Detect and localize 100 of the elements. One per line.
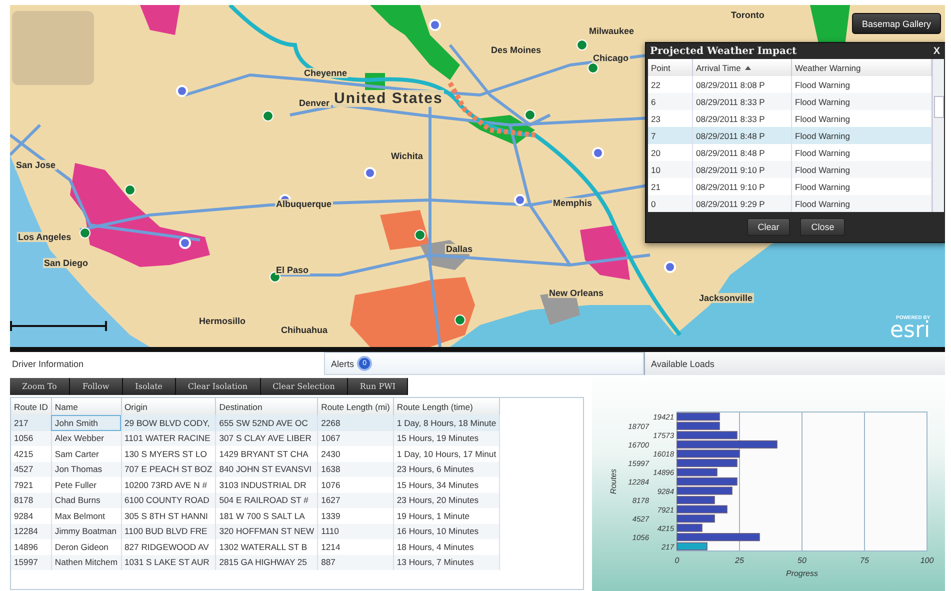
column-header[interactable]: Weather Warning bbox=[792, 59, 932, 76]
table-cell: Flood Warning bbox=[792, 195, 932, 212]
city-label: New Orleans bbox=[548, 288, 605, 298]
toolbar-button[interactable]: Zoom To bbox=[10, 378, 70, 395]
table-cell: 840 JOHN ST EVANSVI bbox=[216, 462, 318, 477]
table-row[interactable]: 0 08/29/2011 9:29 P Flood Warning bbox=[648, 195, 932, 212]
city-label: San Diego bbox=[43, 258, 90, 268]
table-cell: 8178 bbox=[11, 492, 52, 508]
table-cell: 13 Hours, 7 Minutes bbox=[393, 554, 500, 570]
basemap-gallery-button[interactable]: Basemap Gallery bbox=[852, 13, 942, 34]
city-label: Los Angeles bbox=[17, 232, 72, 242]
esri-logo: esri bbox=[890, 321, 930, 341]
table-cell: 1638 bbox=[318, 462, 394, 477]
table-cell: 1110 bbox=[318, 524, 394, 539]
bar[interactable] bbox=[676, 533, 760, 542]
table-cell: Nathen Mitchem bbox=[51, 554, 121, 570]
table-cell: 29 BOW BLVD CODY, bbox=[121, 415, 216, 430]
scrollbar[interactable] bbox=[932, 59, 944, 212]
city-label: Jacksonville bbox=[698, 293, 754, 303]
bar[interactable] bbox=[676, 458, 738, 467]
table-cell: 23 Hours, 20 Minutes bbox=[393, 492, 500, 508]
table-cell: 6 bbox=[648, 93, 692, 110]
city-label: Chihuahua bbox=[280, 325, 328, 335]
table-row[interactable]: 4527 Jon Thomas 707 E PEACH ST BOZ 840 JOHN ST EVANSVI 1638 23 Hours, 6 Minutes bbox=[11, 462, 500, 477]
panel-title: Alerts bbox=[331, 358, 354, 368]
table-cell: 655 SW 52ND AVE OC bbox=[216, 415, 318, 430]
panel-title: Driver Information bbox=[12, 358, 84, 368]
table-cell: Flood Warning bbox=[792, 127, 932, 144]
table-cell: 15 Hours, 19 Minutes bbox=[393, 430, 500, 446]
bar[interactable] bbox=[676, 542, 708, 550]
bar[interactable] bbox=[676, 496, 715, 504]
table-cell: 0 bbox=[648, 195, 692, 212]
bar[interactable] bbox=[676, 505, 728, 514]
bar[interactable] bbox=[676, 412, 720, 421]
table-row[interactable]: 1056 Alex Webber 1101 WATER RACINE 307 S CLAY AVE LIBER 1067 15 Hours, 19 Minutes bbox=[11, 430, 500, 446]
table-cell: 1 Day, 8 Hours, 18 Minute bbox=[393, 415, 500, 430]
bar[interactable] bbox=[676, 431, 738, 440]
table-cell: 504 E RAILROAD ST # bbox=[216, 492, 318, 508]
column-header[interactable]: Point bbox=[648, 59, 692, 76]
table-cell: 23 Hours, 6 Minutes bbox=[393, 462, 500, 477]
column-header[interactable]: Route Length (mi) bbox=[318, 398, 394, 415]
toolbar-button[interactable]: Isolate bbox=[122, 378, 176, 395]
city-label: Memphis bbox=[552, 198, 594, 208]
city-label: Wichita bbox=[390, 151, 424, 161]
table-cell: 1056 bbox=[11, 430, 52, 446]
axis-tick-label: 100 bbox=[920, 556, 934, 565]
panel-title: Available Loads bbox=[651, 358, 714, 368]
column-header[interactable]: Arrival Time bbox=[692, 59, 792, 76]
table-cell: 16 Hours, 10 Minutes bbox=[393, 524, 500, 539]
table-row[interactable]: 10 08/29/2011 9:10 P Flood Warning bbox=[648, 161, 932, 178]
axis-title: Routes bbox=[609, 468, 618, 494]
bar[interactable] bbox=[676, 468, 718, 476]
table-row[interactable]: 217 John Smith 29 BOW BLVD CODY, 655 SW 52ND AVE OC 2268 1 Day, 8 Hours, 18 Minute bbox=[11, 415, 500, 430]
table-cell: 08/29/2011 8:48 P bbox=[692, 127, 792, 144]
footer-button[interactable]: Close bbox=[800, 218, 846, 236]
bar[interactable] bbox=[676, 524, 702, 532]
table-cell: Jimmy Boatman bbox=[51, 524, 121, 539]
city-label: El Paso bbox=[275, 265, 310, 275]
footer-button[interactable]: Clear bbox=[746, 218, 790, 236]
table-cell: 4527 bbox=[11, 462, 52, 477]
panel-header[interactable]: Driver Information bbox=[10, 352, 324, 375]
table-cell: 15997 bbox=[11, 554, 52, 570]
table-row[interactable]: 8178 Chad Burns 6100 COUNTY ROAD 504 E RAILROAD ST # 1627 23 Hours, 20 Minutes bbox=[11, 492, 500, 508]
toolbar-button[interactable]: Clear Isolation bbox=[176, 378, 261, 395]
table-cell: 1031 S LAKE ST AUR bbox=[121, 554, 216, 570]
city-label: Hermosillo bbox=[198, 316, 247, 326]
toolbar-button[interactable]: Clear Selection bbox=[260, 378, 348, 395]
table-cell: 1100 BUD BLVD FRE bbox=[121, 524, 216, 539]
table-cell: 2815 GA HIGHWAY 25 bbox=[216, 554, 318, 570]
city-label: Dallas bbox=[445, 244, 474, 254]
scrollbar-thumb[interactable] bbox=[934, 96, 944, 118]
bar[interactable] bbox=[676, 440, 778, 448]
column-header[interactable]: Route Length (time) bbox=[393, 398, 500, 415]
bar[interactable] bbox=[676, 486, 732, 495]
table-cell: 08/29/2011 9:10 P bbox=[692, 161, 792, 178]
table-cell: 10 bbox=[648, 161, 692, 178]
table-row[interactable]: 7 08/29/2011 8:48 P Flood Warning bbox=[648, 127, 932, 144]
city-label: Milwaukee bbox=[588, 26, 636, 36]
city-label: Denver bbox=[298, 98, 331, 108]
panel-header[interactable]: Available Loads bbox=[644, 352, 945, 375]
table-cell: 1067 bbox=[318, 430, 394, 446]
toolbar-button[interactable]: Follow bbox=[70, 378, 123, 395]
dismiss-button[interactable]: X bbox=[931, 46, 942, 56]
table-cell: Jon Thomas bbox=[51, 462, 121, 477]
bar[interactable] bbox=[676, 477, 738, 486]
table-row[interactable]: 12284 Jimmy Boatman 1100 BUD BLVD FRE 320 HOFFMAN ST NEW 1110 16 Hours, 10 Minutes bbox=[11, 524, 500, 539]
table-cell: 08/29/2011 9:29 P bbox=[692, 195, 792, 212]
bar[interactable] bbox=[676, 514, 715, 523]
column-header[interactable]: Destination bbox=[216, 398, 318, 415]
bar[interactable] bbox=[676, 422, 720, 430]
table-row[interactable]: 6 08/29/2011 8:33 P Flood Warning bbox=[648, 93, 932, 110]
bar[interactable] bbox=[676, 450, 740, 458]
column-header[interactable]: Origin bbox=[121, 398, 216, 415]
toolbar-button[interactable]: Run PWI bbox=[348, 378, 408, 395]
column-header[interactable]: Route ID bbox=[11, 398, 52, 415]
city-label: Cheyenne bbox=[303, 68, 348, 78]
city-label: Des Moines bbox=[490, 45, 542, 55]
axis-tick-label: 25 bbox=[735, 556, 744, 565]
table-row[interactable]: 15997 Nathen Mitchem 1031 S LAKE ST AUR 2815 GA HIGHWAY 25 887 13 Hours, 7 Minutes bbox=[11, 554, 500, 570]
column-header[interactable]: Name bbox=[51, 398, 121, 415]
